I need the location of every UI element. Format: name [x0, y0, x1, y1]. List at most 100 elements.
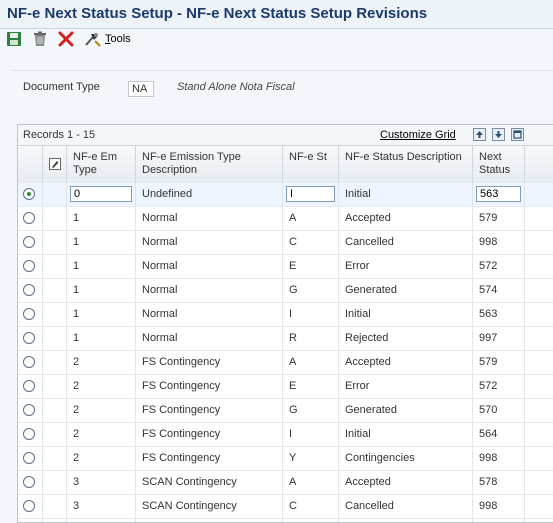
cell-em-type[interactable]: 2 [67, 351, 136, 374]
column-header-st-desc[interactable]: NF-e Status Description [339, 146, 473, 183]
cell-em-desc[interactable]: FS Contingency [136, 423, 283, 446]
cell-st-desc[interactable]: Error [339, 375, 473, 398]
cell-next[interactable]: 998 [473, 231, 525, 254]
cell-st[interactable]: G [283, 279, 339, 302]
cell-em-desc[interactable]: FS Contingency [136, 351, 283, 374]
cell-st[interactable] [283, 183, 339, 206]
column-header-next[interactable]: Next Status [473, 146, 525, 183]
row-select-radio[interactable] [23, 236, 35, 248]
table-row[interactable] [18, 519, 553, 522]
cell-st[interactable]: E [283, 255, 339, 278]
table-row[interactable]: 1 Normal R Rejected 997 [18, 327, 553, 351]
cell-em-desc[interactable]: Normal [136, 231, 283, 254]
cell-st[interactable]: R [283, 327, 339, 350]
cell-em-type[interactable] [67, 519, 136, 522]
export-icon[interactable] [473, 128, 486, 141]
cell-st[interactable]: I [283, 423, 339, 446]
cell-st[interactable]: A [283, 207, 339, 230]
row-select-radio[interactable] [23, 428, 35, 440]
cell-em-type[interactable]: 3 [67, 495, 136, 518]
cell-st[interactable]: C [283, 495, 339, 518]
cell-next[interactable]: 579 [473, 207, 525, 230]
cell-em-type[interactable]: 3 [67, 471, 136, 494]
cell-st-desc[interactable]: Generated [339, 399, 473, 422]
row-select-radio[interactable] [23, 500, 35, 512]
cell-em-type[interactable]: 1 [67, 207, 136, 230]
row-select-radio[interactable] [23, 356, 35, 368]
cell-em-type[interactable]: 2 [67, 423, 136, 446]
trash-icon[interactable] [32, 31, 50, 49]
cell-st-desc[interactable]: Cancelled [339, 231, 473, 254]
cell-st-desc[interactable]: Accepted [339, 471, 473, 494]
table-row[interactable]: 2 FS Contingency I Initial 564 [18, 423, 553, 447]
cell-em-type[interactable] [67, 183, 136, 206]
cell-next[interactable]: 574 [473, 279, 525, 302]
table-row[interactable]: 1 Normal C Cancelled 998 [18, 231, 553, 255]
cell-next[interactable]: 998 [473, 447, 525, 470]
cell-st-desc[interactable]: Generated [339, 279, 473, 302]
import-icon[interactable] [492, 128, 505, 141]
row-select-radio[interactable] [23, 476, 35, 488]
cell-next[interactable]: 572 [473, 375, 525, 398]
cell-em-desc[interactable]: Normal [136, 255, 283, 278]
cell-em-type[interactable]: 1 [67, 255, 136, 278]
column-header-st[interactable]: NF-e St [283, 146, 339, 183]
row-select-radio[interactable] [23, 404, 35, 416]
table-row[interactable]: 2 FS Contingency A Accepted 579 [18, 351, 553, 375]
cell-input-st[interactable] [286, 186, 335, 202]
cell-next[interactable]: 563 [473, 303, 525, 326]
cell-next[interactable]: 579 [473, 351, 525, 374]
row-select-radio[interactable] [23, 284, 35, 296]
row-select-radio[interactable] [23, 212, 35, 224]
close-icon[interactable] [58, 31, 76, 49]
cell-st[interactable]: I [283, 303, 339, 326]
cell-next[interactable]: 997 [473, 327, 525, 350]
cell-em-type[interactable]: 1 [67, 279, 136, 302]
cell-em-type[interactable]: 1 [67, 327, 136, 350]
row-select-radio[interactable] [23, 380, 35, 392]
table-row[interactable]: 2 FS Contingency G Generated 570 [18, 399, 553, 423]
row-select-radio[interactable] [23, 260, 35, 272]
cell-em-type[interactable]: 2 [67, 375, 136, 398]
column-header-em-desc[interactable]: NF-e Emission Type Description [136, 146, 283, 183]
table-row[interactable]: 1 Normal G Generated 574 [18, 279, 553, 303]
cell-st-desc[interactable]: Initial [339, 183, 473, 206]
cell-em-type[interactable]: 1 [67, 231, 136, 254]
cell-em-desc[interactable]: Normal [136, 207, 283, 230]
cell-next[interactable]: 572 [473, 255, 525, 278]
table-row[interactable]: 3 SCAN Contingency C Cancelled 998 [18, 495, 553, 519]
cell-st-desc[interactable]: Rejected [339, 327, 473, 350]
cell-st[interactable] [283, 519, 339, 522]
cell-em-desc[interactable] [136, 519, 283, 522]
row-select-radio[interactable] [23, 308, 35, 320]
cell-st[interactable]: Y [283, 447, 339, 470]
save-icon[interactable] [6, 31, 24, 49]
cell-st-desc[interactable]: Initial [339, 423, 473, 446]
table-row[interactable]: 3 SCAN Contingency A Accepted 578 [18, 471, 553, 495]
cell-em-type[interactable]: 1 [67, 303, 136, 326]
cell-next[interactable]: 998 [473, 495, 525, 518]
cell-next[interactable]: 578 [473, 471, 525, 494]
cell-st-desc[interactable] [339, 519, 473, 522]
cell-st-desc[interactable]: Accepted [339, 351, 473, 374]
table-row[interactable]: 2 FS Contingency Y Contingencies 998 [18, 447, 553, 471]
cell-em-desc[interactable]: FS Contingency [136, 399, 283, 422]
tools-menu[interactable]: Tools [105, 33, 131, 45]
cell-em-desc[interactable]: Normal [136, 327, 283, 350]
cell-em-desc[interactable]: SCAN Contingency [136, 471, 283, 494]
cell-st-desc[interactable]: Contingencies [339, 447, 473, 470]
row-select-radio[interactable] [23, 452, 35, 464]
cell-input-next[interactable] [476, 186, 521, 202]
cell-st-desc[interactable]: Cancelled [339, 495, 473, 518]
tools-icon[interactable] [84, 31, 102, 49]
cell-st[interactable]: A [283, 351, 339, 374]
cell-next[interactable]: 564 [473, 423, 525, 446]
cell-st[interactable]: C [283, 231, 339, 254]
cell-next[interactable]: 570 [473, 399, 525, 422]
cell-em-type[interactable]: 2 [67, 399, 136, 422]
cell-em-desc[interactable]: SCAN Contingency [136, 495, 283, 518]
table-row[interactable]: 1 Normal E Error 572 [18, 255, 553, 279]
cell-st-desc[interactable]: Initial [339, 303, 473, 326]
table-row[interactable]: 1 Normal I Initial 563 [18, 303, 553, 327]
cell-em-desc[interactable]: FS Contingency [136, 375, 283, 398]
